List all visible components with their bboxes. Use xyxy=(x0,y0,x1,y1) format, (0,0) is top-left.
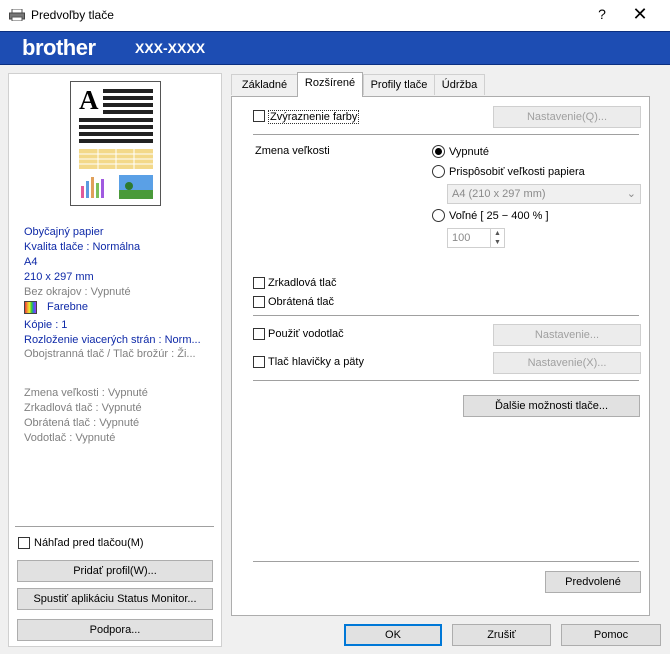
watermark-checkbox[interactable] xyxy=(253,328,265,340)
summary-scaling: Zmena veľkosti : Vypnuté xyxy=(24,387,148,399)
mirror-print-label: Zrkadlová tlač xyxy=(268,277,337,289)
title-bar: Predvoľby tlače ? ✕ xyxy=(0,0,670,31)
divider xyxy=(253,561,639,562)
watermark-settings-button[interactable]: Nastavenie... xyxy=(493,324,641,346)
brand-banner: brother XXX-XXXX xyxy=(0,31,670,65)
help-button[interactable]: Pomoc xyxy=(561,624,661,646)
divider xyxy=(253,315,639,316)
enhance-color-checkbox[interactable] xyxy=(253,110,265,122)
summary-paper-size: A4 xyxy=(24,256,38,268)
summary-borderless: Bez okrajov : Vypnuté xyxy=(24,286,131,298)
summary-layout: Rozloženie viacerých strán : Norm... xyxy=(24,334,201,346)
free-scale-spinner[interactable]: 100 ▲ ▼ xyxy=(447,228,505,248)
close-icon[interactable]: ✕ xyxy=(628,4,652,28)
header-footer-checkbox[interactable] xyxy=(253,356,265,368)
enhance-color-settings-button[interactable]: Nastavenie(Q)... xyxy=(493,106,641,128)
left-divider xyxy=(15,526,214,527)
chevron-down-icon: ⌄ xyxy=(626,188,636,200)
fit-to-paper-label: Prispôsobiť veľkosti papiera xyxy=(449,166,585,178)
summary-quality: Kvalita tlače : Normálna xyxy=(24,241,141,253)
mirror-print-checkbox[interactable] xyxy=(253,277,265,289)
defaults-button[interactable]: Predvolené xyxy=(545,571,641,593)
cancel-button[interactable]: Zrušiť xyxy=(452,624,551,646)
color-mode-icon xyxy=(24,301,37,314)
enhance-color-label: Zvýraznenie farby xyxy=(268,110,360,124)
scaling-off-radio[interactable] xyxy=(432,145,445,158)
fit-to-paper-radio[interactable] xyxy=(432,165,445,178)
scaling-off-label: Vypnuté xyxy=(449,146,489,158)
divider xyxy=(253,380,639,381)
summary-mirror: Zrkadlová tlač : Vypnuté xyxy=(24,402,142,414)
status-monitor-button[interactable]: Spustiť aplikáciu Status Monitor... xyxy=(17,588,213,610)
ok-button[interactable]: OK xyxy=(344,624,442,646)
printer-model: XXX-XXXX xyxy=(135,40,206,56)
reverse-print-label: Obrátená tlač xyxy=(268,296,335,308)
brand-logo: brother xyxy=(22,35,96,60)
tab-advanced[interactable]: Rozšírené xyxy=(297,72,363,97)
divider xyxy=(253,134,639,135)
tab-basic[interactable]: Základné xyxy=(231,74,298,95)
more-options-button[interactable]: Ďalšie možnosti tlače... xyxy=(463,395,640,417)
support-button[interactable]: Podpora... xyxy=(17,619,213,641)
tab-maintenance[interactable]: Údržba xyxy=(434,74,485,95)
print-preview-label: Náhľad pred tlačou(M) xyxy=(34,537,144,549)
summary-paper-type: Obyčajný papier xyxy=(24,226,104,238)
summary-duplex: Obojstranná tlač / Tlač brožúr : Ži... xyxy=(24,348,196,360)
summary-reverse: Obrátená tlač : Vypnuté xyxy=(24,417,140,429)
tab-print-profiles[interactable]: Profily tlače xyxy=(363,74,435,95)
printer-icon xyxy=(9,9,25,21)
page-preview: A xyxy=(70,81,161,206)
header-footer-settings-button[interactable]: Nastavenie(X)... xyxy=(493,352,641,374)
free-scale-value: 100 xyxy=(452,232,471,244)
summary-dimensions: 210 x 297 mm xyxy=(24,271,94,283)
svg-text:A: A xyxy=(79,85,99,115)
header-footer-label: Tlač hlavičky a päty xyxy=(268,356,364,368)
help-icon[interactable]: ? xyxy=(592,6,612,26)
summary-copies: Kópie : 1 xyxy=(24,319,68,331)
document-preview-icon: A xyxy=(79,85,153,199)
spinner-arrows-icon[interactable]: ▲ ▼ xyxy=(490,229,504,247)
paper-size-value: A4 (210 x 297 mm) xyxy=(452,188,546,200)
reverse-print-checkbox[interactable] xyxy=(253,296,265,308)
scaling-label: Zmena veľkosti xyxy=(255,145,330,157)
free-scale-radio[interactable] xyxy=(432,209,445,222)
free-scale-label: Voľné [ 25 − 400 % ] xyxy=(449,210,549,222)
watermark-label: Použiť vodotlač xyxy=(268,328,344,340)
paper-size-select[interactable]: A4 (210 x 297 mm) ⌄ xyxy=(447,184,641,204)
summary-color-row: Farebne xyxy=(24,300,88,315)
summary-watermark: Vodotlač : Vypnuté xyxy=(24,432,116,444)
print-preview-checkbox[interactable] xyxy=(18,537,30,549)
window-title: Predvoľby tlače xyxy=(31,8,114,22)
add-profile-button[interactable]: Pridať profil(W)... xyxy=(17,560,213,582)
